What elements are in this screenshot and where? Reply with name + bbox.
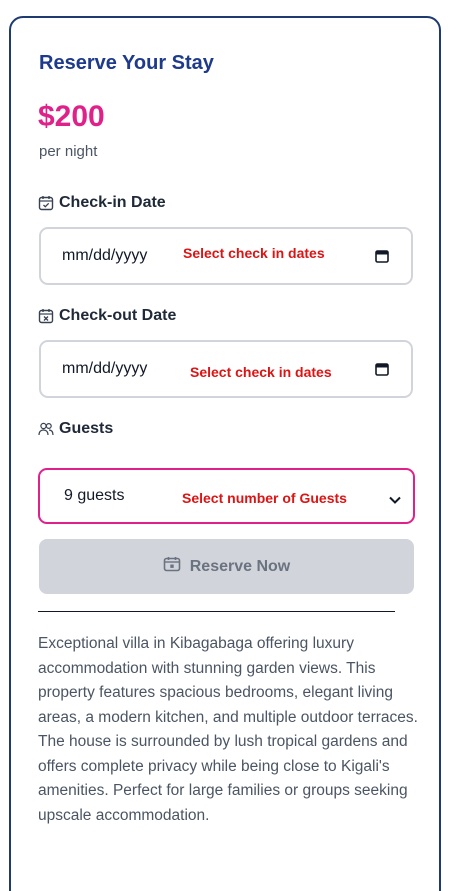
users-icon bbox=[38, 422, 54, 436]
calendar-x-icon bbox=[38, 308, 54, 324]
guests-value: 9 guests bbox=[64, 487, 125, 504]
guests-select[interactable]: 9 guests Select number of Guests bbox=[38, 468, 415, 524]
card-title: Reserve Your Stay bbox=[39, 52, 214, 74]
checkin-date-value: mm/dd/yyyy bbox=[62, 247, 148, 264]
guests-hint: Select number of Guests bbox=[182, 490, 347, 506]
calendar-icon bbox=[163, 556, 181, 577]
guests-label: Guests bbox=[38, 420, 113, 438]
calendar-icon[interactable] bbox=[375, 362, 389, 381]
calendar-icon[interactable] bbox=[375, 249, 389, 268]
checkin-label: Check-in Date bbox=[38, 194, 166, 212]
checkout-date-input[interactable]: mm/dd/yyyy Select check in dates bbox=[39, 340, 413, 398]
checkin-hint: Select check in dates bbox=[183, 245, 325, 261]
chevron-down-icon[interactable] bbox=[389, 491, 401, 509]
checkout-label-text: Check-out Date bbox=[59, 307, 177, 324]
price-unit: per night bbox=[39, 143, 98, 160]
checkout-date-value: mm/dd/yyyy bbox=[62, 360, 148, 377]
reservation-card: Reserve Your Stay $200 per night Check-i… bbox=[9, 16, 441, 891]
checkin-label-text: Check-in Date bbox=[59, 194, 166, 211]
checkin-date-input[interactable]: mm/dd/yyyy Select check in dates bbox=[39, 227, 413, 285]
property-description: Exceptional villa in Kibagabaga offering… bbox=[38, 635, 418, 824]
guests-label-text: Guests bbox=[59, 420, 114, 437]
checkout-hint: Select check in dates bbox=[190, 364, 332, 380]
reserve-now-button[interactable]: Reserve Now bbox=[39, 539, 414, 594]
reserve-now-label: Reserve Now bbox=[189, 557, 291, 575]
price: $200 bbox=[38, 100, 105, 133]
calendar-check-icon bbox=[38, 195, 54, 211]
divider bbox=[38, 611, 395, 612]
checkout-label: Check-out Date bbox=[38, 307, 176, 325]
